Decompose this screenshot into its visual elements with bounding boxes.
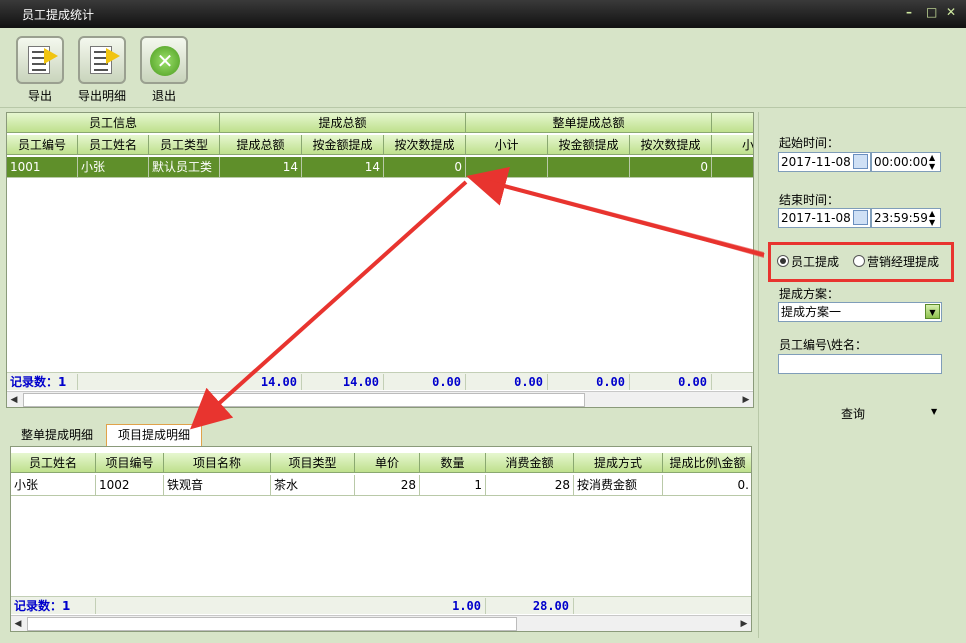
- annotation-arrows: [190, 166, 765, 430]
- arrow-to-detail-tab: [190, 180, 468, 430]
